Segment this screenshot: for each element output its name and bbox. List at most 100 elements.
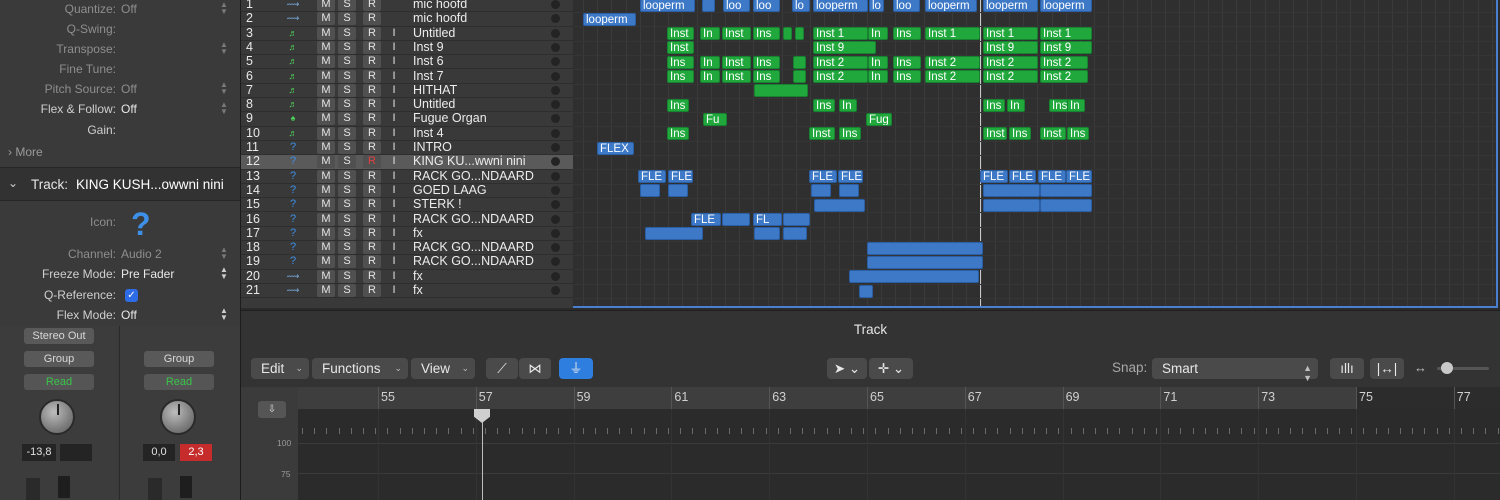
solo-button[interactable]: S bbox=[338, 141, 356, 154]
track-section-header[interactable]: ⌄ Track: KING KUSH...owwni nini bbox=[0, 167, 240, 201]
region[interactable]: loo bbox=[753, 0, 780, 12]
region[interactable]: Ins bbox=[893, 55, 921, 69]
track-name[interactable]: Untitled bbox=[413, 97, 455, 111]
track-row[interactable]: 12? M S R I KING KU...wwni nini bbox=[241, 154, 573, 170]
region[interactable]: loo bbox=[893, 0, 920, 12]
region[interactable]: In bbox=[868, 70, 888, 83]
stepper-icon[interactable]: ▲ ▼ bbox=[219, 1, 229, 17]
record-enable-button[interactable]: R bbox=[363, 98, 381, 112]
record-enable-button[interactable]: R bbox=[363, 169, 381, 183]
record-enable-button[interactable]: R bbox=[363, 69, 381, 83]
region[interactable]: Inst 1 bbox=[983, 27, 1038, 41]
track-row[interactable]: 20 ⟿ M S R Ifx bbox=[241, 269, 573, 284]
track-row[interactable]: 18? M S R I RACK GO...NDAARD bbox=[241, 240, 573, 256]
input-monitor-button[interactable]: I bbox=[385, 55, 403, 68]
peak-readout[interactable]: 2,3 bbox=[180, 444, 212, 461]
region[interactable] bbox=[811, 184, 831, 198]
track-name[interactable]: INTRO bbox=[413, 140, 452, 154]
region[interactable]: looperm bbox=[640, 0, 695, 12]
region[interactable] bbox=[783, 213, 810, 226]
region[interactable]: FLE bbox=[1009, 170, 1036, 184]
track-name[interactable]: RACK GO...NDAARD bbox=[413, 254, 534, 268]
record-enable-button[interactable]: R bbox=[363, 198, 381, 212]
track-name[interactable]: Inst 7 bbox=[413, 69, 444, 83]
region[interactable]: Inst bbox=[1040, 127, 1066, 141]
region[interactable]: Inst 2 bbox=[925, 70, 980, 83]
region[interactable] bbox=[702, 0, 715, 12]
record-enable-button[interactable]: R bbox=[363, 269, 381, 283]
track-row[interactable]: 6 ♬ M S R I Inst 7 bbox=[241, 69, 573, 84]
region[interactable]: Inst bbox=[722, 27, 751, 41]
mute-button[interactable]: M bbox=[317, 255, 335, 269]
track-name[interactable]: STERK ! bbox=[413, 197, 462, 211]
mute-button[interactable]: M bbox=[317, 226, 335, 240]
region[interactable]: Ins bbox=[1067, 127, 1089, 141]
record-enable-button[interactable]: R bbox=[363, 183, 381, 197]
bar-ruler[interactable]: 55 57 59 61 63 65 67 69 71 73 75 77 bbox=[298, 387, 1500, 409]
region[interactable] bbox=[839, 184, 859, 198]
stepper-icon[interactable]: ▲ ▼ bbox=[219, 307, 229, 323]
solo-button[interactable]: S bbox=[338, 98, 356, 112]
solo-button[interactable]: S bbox=[338, 40, 356, 54]
region[interactable]: FLE bbox=[638, 170, 666, 184]
catch-content-button[interactable]: ⇩ bbox=[258, 401, 286, 418]
region[interactable] bbox=[722, 213, 750, 226]
arrange-area[interactable]: looperm loo loo lo looperm lo loo looperm looper… bbox=[573, 0, 1498, 308]
region[interactable]: Ins bbox=[667, 98, 689, 112]
region[interactable]: Inst 1 bbox=[925, 27, 980, 41]
track-row[interactable]: 19? M S R I RACK GO...NDAARD bbox=[241, 254, 573, 270]
track-name[interactable]: mic hoofd bbox=[413, 0, 467, 11]
region[interactable] bbox=[795, 27, 804, 41]
region[interactable] bbox=[1040, 184, 1092, 198]
region[interactable]: Inst 2 bbox=[925, 55, 980, 69]
input-monitor-button[interactable]: I bbox=[385, 170, 403, 183]
region[interactable]: Inst 2 bbox=[1040, 55, 1088, 69]
input-monitor-button[interactable]: I bbox=[385, 98, 403, 111]
record-enable-button[interactable]: R bbox=[363, 55, 381, 69]
region[interactable]: Inst bbox=[722, 55, 751, 69]
record-enable-button[interactable]: R bbox=[363, 226, 381, 240]
region[interactable]: looperm bbox=[1040, 0, 1092, 12]
region[interactable]: looperm bbox=[583, 12, 636, 26]
record-enable-button[interactable]: R bbox=[363, 212, 381, 226]
region[interactable]: Inst 9 bbox=[1040, 41, 1092, 55]
mute-button[interactable]: M bbox=[317, 155, 335, 169]
region[interactable]: Inst 2 bbox=[1040, 70, 1088, 83]
region[interactable] bbox=[983, 184, 1040, 198]
group-button[interactable]: Group bbox=[24, 351, 94, 367]
track-name[interactable]: GOED LAAG bbox=[413, 183, 487, 197]
solo-button[interactable]: S bbox=[338, 269, 356, 283]
region[interactable]: FLE bbox=[838, 170, 863, 184]
region[interactable] bbox=[754, 84, 808, 98]
record-enable-button[interactable]: R bbox=[363, 112, 381, 126]
input-monitor-button[interactable]: I bbox=[385, 184, 403, 197]
solo-button[interactable]: S bbox=[338, 198, 356, 212]
track-name[interactable]: Untitled bbox=[413, 26, 455, 40]
inspector-row-flex-follow[interactable]: Flex & Follow: Off ▲ ▼ bbox=[0, 100, 240, 120]
stepper-icon[interactable]: ▲ ▼ bbox=[219, 41, 229, 57]
region[interactable]: Fu bbox=[703, 112, 727, 126]
track-name[interactable]: HITHAT bbox=[413, 83, 457, 97]
q-reference-checkbox[interactable]: ✓ bbox=[125, 289, 138, 302]
region[interactable]: looperm bbox=[983, 0, 1038, 12]
region[interactable] bbox=[645, 227, 703, 241]
region[interactable]: Ins bbox=[753, 27, 780, 41]
mute-button[interactable]: M bbox=[317, 141, 335, 154]
flex-button[interactable]: ⋈ bbox=[519, 358, 551, 379]
solo-button[interactable]: S bbox=[338, 69, 356, 83]
region[interactable]: Inst bbox=[667, 27, 694, 41]
region[interactable] bbox=[849, 270, 979, 284]
track-name[interactable]: fx bbox=[413, 269, 423, 283]
inspector-row-freeze-mode[interactable]: Freeze Mode: Pre Fader ▲ ▼ bbox=[0, 265, 240, 285]
record-enable-button[interactable]: R bbox=[363, 141, 381, 154]
crosshair-tool-menu[interactable]: ✛ ⌄ bbox=[869, 358, 913, 379]
mute-button[interactable]: M bbox=[317, 198, 335, 212]
track-name[interactable]: RACK GO...NDAARD bbox=[413, 212, 534, 226]
pointer-tool-menu[interactable]: ➤ ⌄ bbox=[827, 358, 867, 379]
track-row[interactable]: 14? M S R I GOED LAAG bbox=[241, 183, 573, 199]
mute-button[interactable]: M bbox=[317, 40, 335, 54]
solo-button[interactable]: S bbox=[338, 112, 356, 126]
mute-button[interactable]: M bbox=[317, 126, 335, 140]
inspector-row-quantize[interactable]: Quantize: Off ▲ ▼ bbox=[0, 0, 240, 20]
group-button[interactable]: Group bbox=[144, 351, 214, 367]
